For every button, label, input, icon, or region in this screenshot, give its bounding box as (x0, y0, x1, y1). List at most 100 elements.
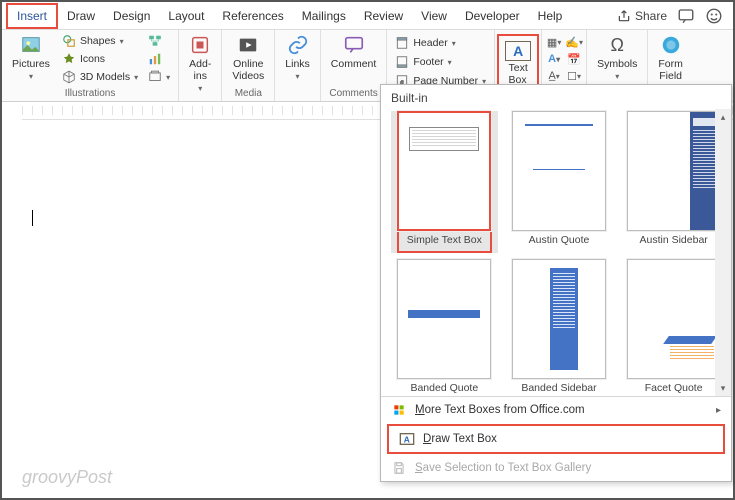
text-box-dropdown: Built-in Simple Text Box Austin Quote Au… (380, 84, 732, 482)
chevron-down-icon: ▾ (615, 72, 619, 81)
feedback-smile-icon[interactable] (705, 7, 723, 25)
link-icon (287, 34, 309, 56)
gallery-item-facet-quote[interactable]: Facet Quote (620, 259, 727, 396)
dropdown-footer: More Text Boxes from Office.com ▸ A Draw… (381, 396, 731, 481)
gallery-item-simple-text-box[interactable]: Simple Text Box (391, 111, 498, 253)
gallery-label: Facet Quote (645, 379, 703, 396)
gallery-label: Banded Quote (410, 379, 478, 396)
addins-button[interactable]: Add- ins ▾ (185, 32, 215, 95)
tab-references[interactable]: References (213, 5, 292, 27)
comment-icon (343, 34, 365, 56)
draw-text-box-label: Draw Text Box (423, 433, 497, 445)
chevron-down-icon: ▾ (296, 72, 300, 81)
tab-help[interactable]: Help (529, 5, 572, 27)
share-icon (617, 9, 631, 23)
online-videos-label: Online Videos (232, 58, 264, 82)
gallery-item-banded-sidebar[interactable]: Banded Sidebar (506, 259, 613, 396)
3d-models-button[interactable]: 3D Models ▾ (60, 68, 140, 86)
screenshot-button[interactable]: ▾ (146, 68, 172, 86)
dropdown-section-header: Built-in (381, 85, 731, 109)
text-cursor (32, 210, 33, 226)
quick-parts-button[interactable]: ▦▾ (546, 34, 562, 50)
group-addins: Add- ins ▾ (179, 30, 222, 101)
chevron-down-icon: ▾ (198, 84, 202, 93)
vertical-ruler[interactable] (4, 102, 20, 498)
shapes-label: Shapes (80, 35, 116, 47)
symbols-button[interactable]: Ω Symbols ▾ (593, 32, 641, 83)
icons-icon (62, 52, 76, 66)
shapes-icon (62, 34, 76, 48)
tab-developer[interactable]: Developer (456, 5, 529, 27)
tabs-right: Share (617, 7, 729, 25)
svg-text:A: A (404, 434, 411, 444)
header-icon (395, 36, 409, 50)
scroll-down-icon[interactable]: ▾ (715, 380, 731, 396)
group-label-media: Media (228, 87, 268, 101)
form-field-label: Form Field (658, 58, 683, 82)
gallery-label: Austin Quote (529, 231, 590, 251)
gallery-item-austin-sidebar[interactable]: Austin Sidebar (620, 111, 727, 253)
screenshot-icon (148, 70, 162, 84)
tab-draw[interactable]: Draw (58, 5, 104, 27)
footer-label: Footer (413, 56, 443, 68)
gallery-item-austin-quote[interactable]: Austin Quote (506, 111, 613, 253)
online-videos-button[interactable]: Online Videos (228, 32, 268, 84)
chart-button[interactable] (146, 50, 172, 68)
shapes-button[interactable]: Shapes ▾ (60, 32, 140, 50)
smartart-button[interactable] (146, 32, 172, 50)
tab-design[interactable]: Design (104, 5, 159, 27)
date-time-button[interactable]: 📅 (566, 51, 582, 67)
footer-button[interactable]: Footer ▾ (393, 53, 488, 71)
share-button[interactable]: Share (617, 9, 667, 23)
links-button[interactable]: Links ▾ (281, 32, 314, 83)
group-illustrations: Pictures ▾ Shapes ▾ Icons 3D Models ▾ ▾ … (2, 30, 179, 101)
drop-cap-button[interactable]: A̲▾ (546, 68, 562, 84)
chevron-down-icon: ▾ (452, 39, 456, 48)
addins-icon (189, 34, 211, 56)
addins-label: Add- ins (189, 58, 211, 82)
omega-icon: Ω (606, 34, 628, 56)
footer-icon (395, 55, 409, 69)
chevron-down-icon: ▾ (120, 37, 124, 46)
video-icon (237, 34, 259, 56)
tab-review[interactable]: Review (355, 5, 412, 27)
chart-icon (148, 52, 162, 66)
comment-label: Comment (331, 58, 377, 70)
tab-mailings[interactable]: Mailings (293, 5, 355, 27)
comment-button[interactable]: Comment (327, 32, 381, 72)
form-field-icon (660, 34, 682, 56)
smartart-icon (148, 34, 162, 48)
object-button[interactable]: ☐▾ (566, 68, 582, 84)
chevron-down-icon: ▾ (448, 58, 452, 67)
gallery-label: Austin Sidebar (640, 231, 708, 251)
dropdown-scrollbar[interactable]: ▴ ▾ (715, 109, 731, 396)
draw-text-box-icon: A (399, 431, 415, 447)
icons-button[interactable]: Icons (60, 50, 140, 68)
draw-text-box-menuitem[interactable]: A Draw Text Box (387, 424, 725, 454)
header-label: Header (413, 37, 447, 49)
signature-line-button[interactable]: ✍▾ (566, 34, 582, 50)
pictures-button[interactable]: Pictures ▾ (8, 32, 54, 83)
wordart-button[interactable]: A▾ (546, 51, 562, 67)
pictures-icon (20, 34, 42, 56)
save-icon (391, 460, 407, 476)
scroll-up-icon[interactable]: ▴ (715, 109, 731, 125)
group-links: Links ▾ (275, 30, 321, 101)
comments-icon[interactable] (677, 7, 695, 25)
more-text-boxes-menuitem[interactable]: More Text Boxes from Office.com ▸ (381, 397, 731, 423)
watermark: groovyPost (22, 467, 112, 488)
more-text-boxes-label: More Text Boxes from Office.com (415, 404, 585, 416)
icons-label: Icons (80, 53, 105, 65)
links-label: Links (285, 58, 310, 70)
header-button[interactable]: Header ▾ (393, 34, 488, 52)
chevron-right-icon: ▸ (716, 405, 721, 416)
text-box-icon: A (505, 41, 531, 61)
chevron-down-icon: ▾ (134, 73, 138, 82)
tab-layout[interactable]: Layout (159, 5, 213, 27)
gallery-item-banded-quote[interactable]: Banded Quote (391, 259, 498, 396)
3d-models-label: 3D Models (80, 71, 130, 83)
tab-view[interactable]: View (412, 5, 456, 27)
form-field-button[interactable]: Form Field (654, 32, 687, 84)
tab-insert[interactable]: Insert (6, 3, 58, 29)
office-icon (391, 402, 407, 418)
